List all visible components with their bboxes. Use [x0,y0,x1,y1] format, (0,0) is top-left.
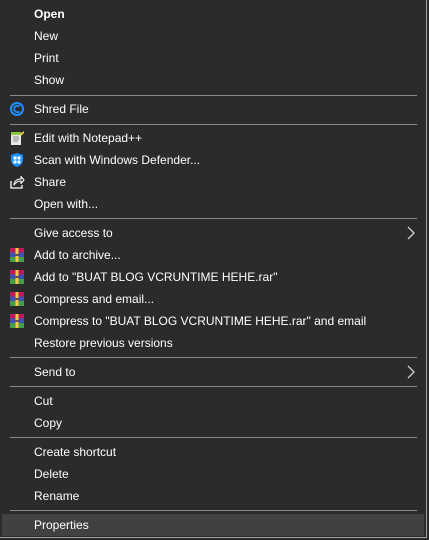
menu-item-label: Open [34,7,65,21]
menu-item-edit-with-notepad[interactable]: Edit with Notepad++ [2,127,424,149]
menu-item-label: Add to "BUAT BLOG VCRUNTIME HEHE.rar" [34,270,278,284]
menu-item-restore-previous-versions[interactable]: Restore previous versions [2,332,424,354]
menu-item-label: Cut [34,394,53,408]
menu-item-compress-to-rar-and-email[interactable]: Compress to "BUAT BLOG VCRUNTIME HEHE.ra… [2,310,424,332]
menu-item-label: Edit with Notepad++ [34,131,143,145]
menu-item-scan-defender[interactable]: Scan with Windows Defender... [2,149,424,171]
menu-item-label: Scan with Windows Defender... [34,153,201,167]
winrar-icon [10,314,24,328]
menu-item-label: New [34,29,59,43]
menu-item-label: Send to [34,365,76,379]
shred-file-icon [10,102,24,116]
menu-separator [10,357,417,358]
menu-item-add-to-rar[interactable]: Add to "BUAT BLOG VCRUNTIME HEHE.rar" [2,266,424,288]
menu-separator [10,95,417,96]
chevron-right-icon [407,365,415,379]
chevron-right-icon [407,226,415,240]
menu-item-shred-file[interactable]: Shred File [2,98,424,120]
winrar-icon [10,270,24,284]
menu-item-label: Copy [34,416,63,430]
menu-item-label: Add to archive... [34,248,121,262]
menu-item-copy[interactable]: Copy [2,412,424,434]
menu-item-add-to-archive[interactable]: Add to archive... [2,244,424,266]
menu-item-new[interactable]: New [2,25,424,47]
menu-item-compress-and-email[interactable]: Compress and email... [2,288,424,310]
menu-item-label: Shred File [34,102,89,116]
menu-item-label: Print [34,51,59,65]
menu-item-show[interactable]: Show [2,69,424,91]
notepad-plus-plus-icon [11,131,24,145]
menu-item-properties[interactable]: Properties [2,514,424,536]
windows-defender-icon [11,153,23,167]
menu-item-send-to[interactable]: Send to [2,361,424,383]
menu-item-label: Compress to "BUAT BLOG VCRUNTIME HEHE.ra… [34,314,367,328]
menu-separator [10,218,417,219]
menu-separator [10,510,417,511]
menu-item-label: Open with... [34,197,99,211]
menu-item-label: Compress and email... [34,292,155,306]
menu-item-label: Give access to [34,226,113,240]
menu-item-label: Delete [34,467,69,481]
menu-item-label: Show [34,73,65,87]
menu-separator [10,386,417,387]
menu-item-label: Restore previous versions [34,336,173,350]
menu-item-rename[interactable]: Rename [2,485,424,507]
menu-item-label: Properties [34,518,89,532]
share-icon [10,175,25,189]
menu-item-open-with[interactable]: Open with... [2,193,424,215]
menu-item-delete[interactable]: Delete [2,463,424,485]
menu-item-label: Share [34,175,67,189]
menu-item-cut[interactable]: Cut [2,390,424,412]
menu-item-open[interactable]: Open [2,3,424,25]
menu-separator [10,437,417,438]
context-menu: Open New Print Show Shred File Edit with… [0,0,427,538]
menu-item-print[interactable]: Print [2,47,424,69]
menu-item-label: Create shortcut [34,445,117,459]
menu-separator [10,124,417,125]
menu-item-give-access[interactable]: Give access to [2,222,424,244]
menu-item-create-shortcut[interactable]: Create shortcut [2,441,424,463]
winrar-icon [10,292,24,306]
menu-item-share[interactable]: Share [2,171,424,193]
menu-item-label: Rename [34,489,80,503]
winrar-icon [10,248,24,262]
